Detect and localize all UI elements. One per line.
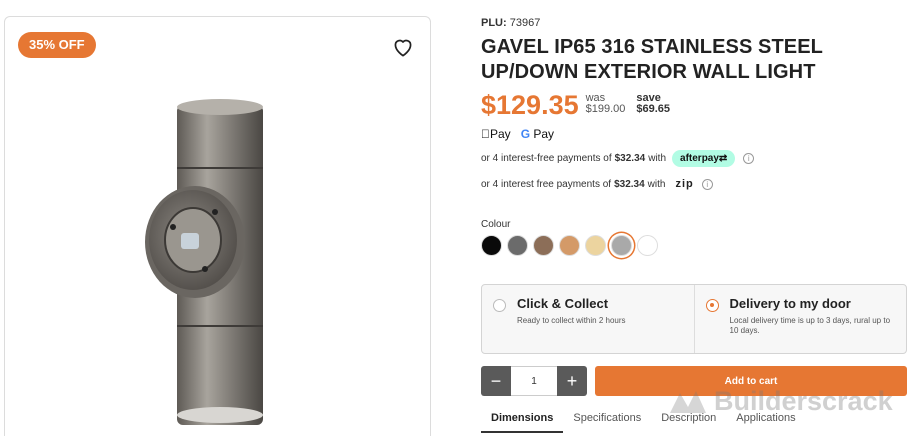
radio-button-selected[interactable] [705, 299, 719, 312]
colour-swatch[interactable] [611, 235, 632, 256]
colour-swatch[interactable] [585, 235, 606, 256]
colour-swatch[interactable] [637, 235, 658, 256]
colour-swatch[interactable] [533, 235, 554, 256]
product-tabs: Dimensions Specifications Description Ap… [481, 410, 806, 433]
apple-pay-icon: Pay [481, 127, 511, 141]
save-block: save $69.65 [636, 93, 670, 115]
save-amount: $69.65 [636, 103, 671, 115]
click-collect-title: Click & Collect [517, 296, 609, 311]
click-collect-subtitle: Ready to collect within 2 hours [517, 316, 626, 325]
price-row: $129.35 was $199.00 save $69.65 [481, 90, 911, 122]
heart-icon[interactable] [390, 34, 416, 60]
zip-row: or 4 interest free payments of $32.34 wi… [481, 173, 911, 195]
info-icon[interactable]: i [701, 178, 713, 190]
plu-label: PLU: [481, 17, 507, 29]
current-price: $129.35 [481, 90, 579, 120]
quantity-input[interactable] [511, 366, 557, 396]
afterpay-amount: $32.34 [614, 152, 646, 164]
afterpay-text: or 4 interest-free payments of [481, 152, 612, 164]
colour-swatch[interactable] [559, 235, 580, 256]
colour-label: Colour [481, 219, 511, 230]
colour-swatch[interactable] [507, 235, 528, 256]
tab-applications[interactable]: Applications [726, 410, 805, 433]
zip-text: or 4 interest free payments of [481, 178, 612, 190]
increase-quantity-button[interactable]: + [557, 366, 587, 396]
product-image-card: 35% OFF [4, 16, 431, 436]
was-price-block: was $199.00 [586, 93, 626, 115]
afterpay-with: with [648, 152, 667, 164]
google-pay-icon: G Pay [511, 127, 554, 141]
plu-line: PLU: 73967 [481, 17, 911, 29]
click-collect-option[interactable]: Click & Collect Ready to collect within … [482, 285, 694, 353]
product-info: PLU: 73967 GAVEL IP65 316 STAINLESS STEE… [481, 17, 911, 256]
was-price: $199.00 [585, 103, 626, 115]
payment-icons: Pay G Pay [481, 125, 911, 143]
discount-badge: 35% OFF [18, 32, 96, 58]
radio-button[interactable] [493, 299, 506, 312]
afterpay-logo[interactable]: afterpay⇄ [672, 149, 736, 167]
plu-value: 73967 [509, 17, 541, 29]
zip-amount: $32.34 [614, 178, 645, 190]
zip-with: with [647, 178, 666, 190]
zip-logo[interactable]: zip [675, 178, 693, 190]
add-to-cart-button[interactable]: Add to cart [595, 366, 907, 396]
colour-swatch[interactable] [481, 235, 502, 256]
afterpay-row: or 4 interest-free payments of $32.34 wi… [481, 147, 911, 169]
delivery-option[interactable]: Delivery to my door Local delivery time … [693, 285, 907, 353]
decrease-quantity-button[interactable]: − [481, 366, 511, 396]
delivery-options: Click & Collect Ready to collect within … [481, 284, 907, 354]
delivery-subtitle: Local delivery time is up to 3 days, rur… [729, 316, 891, 335]
info-icon[interactable]: i [743, 152, 755, 164]
cart-row: − + Add to cart [481, 366, 907, 396]
tab-dimensions[interactable]: Dimensions [481, 410, 564, 433]
colour-swatches [481, 235, 911, 256]
product-image [145, 99, 263, 425]
tab-specifications[interactable]: Specifications [563, 410, 651, 433]
product-title: GAVEL IP65 316 STAINLESS STEEL UP/DOWN E… [481, 36, 823, 83]
delivery-title: Delivery to my door [729, 296, 851, 311]
tab-description[interactable]: Description [651, 410, 726, 433]
